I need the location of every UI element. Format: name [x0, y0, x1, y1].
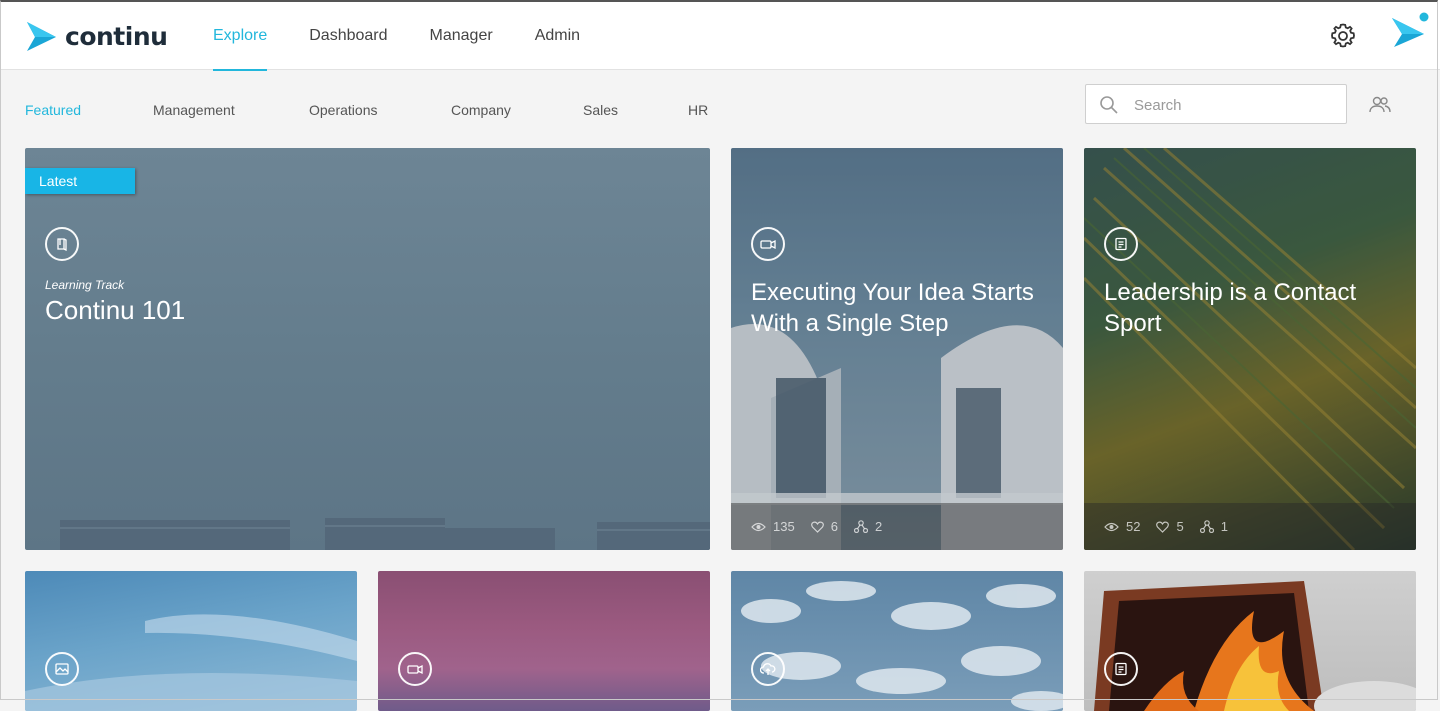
- content-card[interactable]: Executing Your Idea Starts With a Single…: [731, 148, 1063, 550]
- search-icon: [1100, 96, 1118, 114]
- sky-image: [25, 614, 357, 711]
- share-icon: [853, 520, 868, 533]
- card-title: Executing Your Idea Starts With a Single…: [751, 279, 1034, 337]
- tab-company[interactable]: Company: [451, 102, 511, 118]
- tab-sales[interactable]: Sales: [583, 102, 618, 118]
- likes-stat: 6: [810, 519, 838, 534]
- eye-icon: [1104, 522, 1119, 531]
- shares-stat: 2: [853, 519, 882, 534]
- card-overlay: [731, 148, 1063, 550]
- book-icon: [45, 227, 79, 261]
- share-icon: [1199, 520, 1214, 533]
- nav-admin[interactable]: Admin: [535, 0, 580, 70]
- nav-dashboard[interactable]: Dashboard: [309, 0, 387, 70]
- views-stat: 135: [751, 519, 795, 534]
- content-card[interactable]: [1084, 571, 1416, 711]
- heart-icon: [1156, 521, 1170, 533]
- cloud-upload-icon: [751, 652, 785, 686]
- eye-icon: [751, 522, 766, 531]
- learning-track-label: Learning Track: [45, 278, 125, 292]
- views-stat: 52: [1104, 519, 1140, 534]
- document-icon: [1104, 227, 1138, 261]
- tab-hr[interactable]: HR: [688, 102, 708, 118]
- shares-stat: 1: [1199, 519, 1228, 534]
- tab-operations[interactable]: Operations: [309, 102, 377, 118]
- article-icon: [1104, 652, 1138, 686]
- content-card[interactable]: [378, 571, 710, 711]
- card-stats: 52 5 1: [1084, 503, 1416, 550]
- content-card[interactable]: Leadership is a Contact Sport 52 5 1: [1084, 148, 1416, 550]
- nav-explore[interactable]: Explore: [213, 0, 268, 71]
- tab-featured[interactable]: Featured: [25, 102, 81, 118]
- featured-card[interactable]: Latest Learning Track Continu 101: [25, 148, 710, 550]
- tab-management[interactable]: Management: [153, 102, 235, 118]
- image-icon: [45, 652, 79, 686]
- search-box: [1085, 84, 1347, 124]
- main-nav: Explore Dashboard Manager Admin: [213, 0, 622, 71]
- search-input[interactable]: [1132, 93, 1336, 117]
- video-icon: [398, 652, 432, 686]
- continu-arrow-icon: [27, 22, 56, 51]
- content-card[interactable]: [25, 571, 357, 711]
- clouds-image: [741, 581, 1063, 711]
- content-card[interactable]: [731, 571, 1063, 711]
- video-icon: [751, 227, 785, 261]
- user-avatar-icon[interactable]: [1390, 12, 1432, 52]
- card-overlay: [1084, 148, 1416, 550]
- top-header: continu Explore Dashboard Manager Admin: [0, 0, 1440, 71]
- latest-badge: Latest: [25, 168, 135, 194]
- continu-logo[interactable]: continu: [25, 20, 168, 52]
- likes-stat: 5: [1156, 519, 1184, 534]
- card-title: Continu 101: [45, 295, 186, 325]
- nav-manager[interactable]: Manager: [430, 0, 493, 70]
- heart-icon: [810, 521, 824, 533]
- people-icon[interactable]: [1369, 96, 1391, 114]
- laptop-fire-image: [1094, 581, 1416, 711]
- logo-text: continu: [65, 21, 168, 51]
- gear-icon[interactable]: [1329, 22, 1357, 50]
- card-stats: 135 6 2: [731, 503, 1063, 550]
- buildings-image: [60, 518, 710, 550]
- card-title: Leadership is a Contact Sport: [1104, 279, 1357, 337]
